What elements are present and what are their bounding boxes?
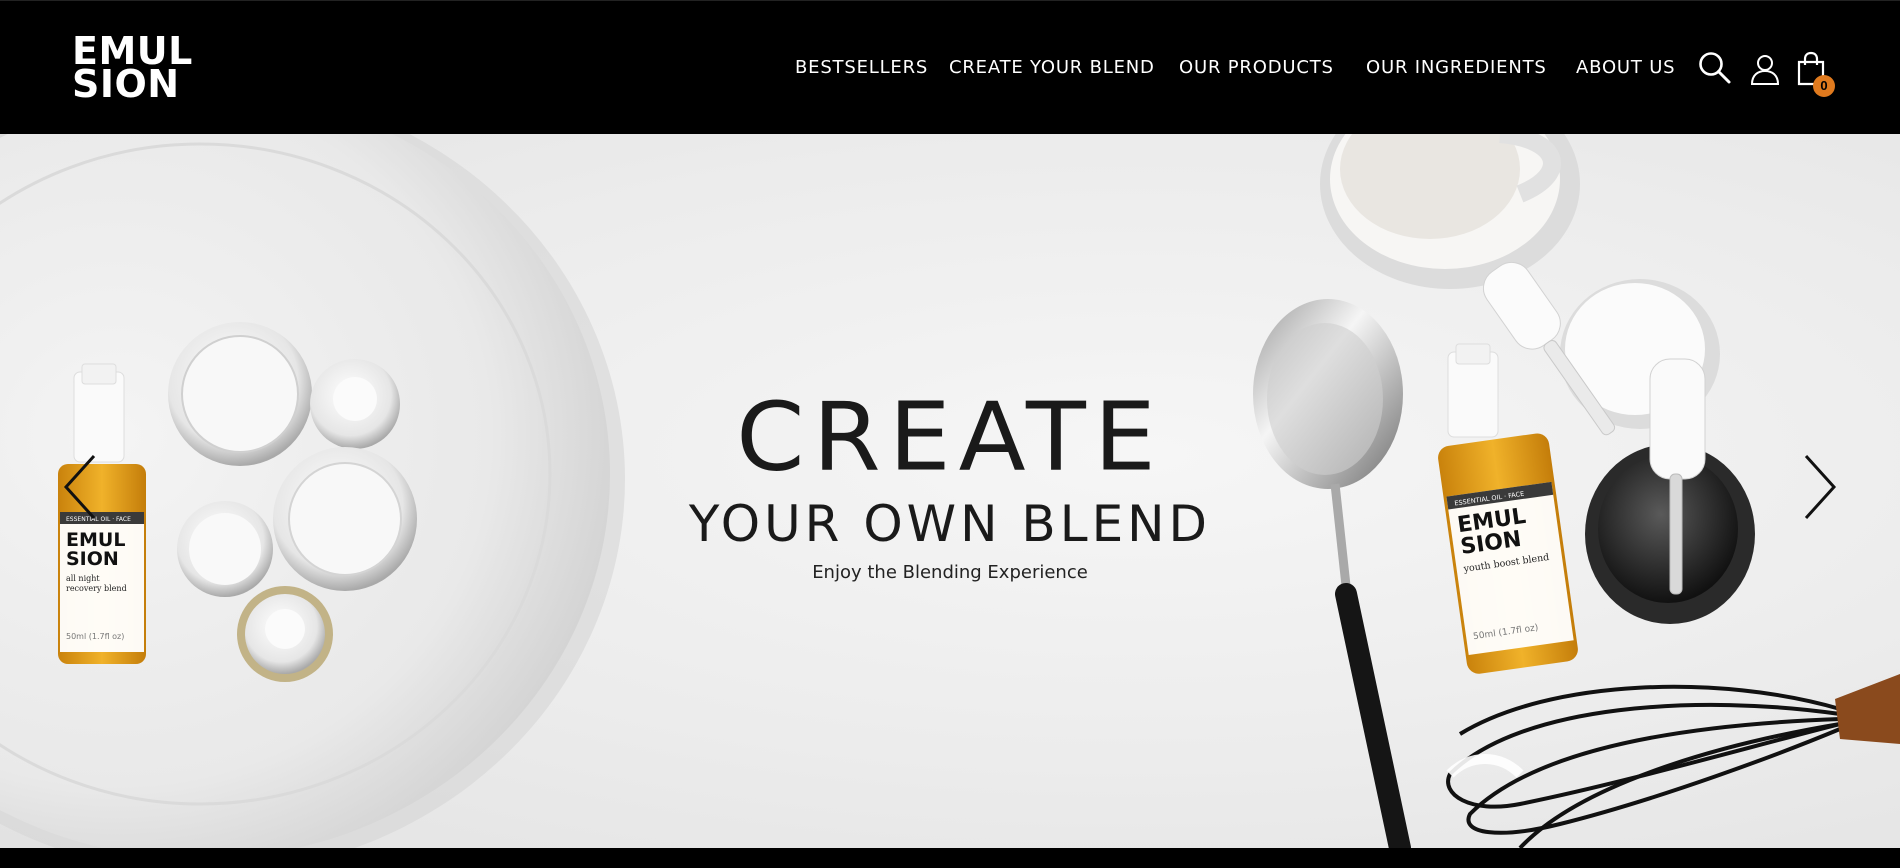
search-icon[interactable] xyxy=(1698,51,1732,85)
svg-text:recovery blend: recovery blend xyxy=(66,584,127,593)
hero-title: CREATE xyxy=(736,383,1164,493)
nav-our-ingredients[interactable]: OUR INGREDIENTS xyxy=(1366,57,1547,78)
nav-our-products[interactable]: OUR PRODUCTS xyxy=(1179,57,1334,78)
hero-tagline: Enjoy the Blending Experience xyxy=(812,562,1088,583)
bottom-strip xyxy=(0,848,1900,868)
hero-banner: ESSENTIAL OIL · FACE EMUL SION all night… xyxy=(0,134,1900,848)
user-icon[interactable] xyxy=(1749,53,1781,85)
svg-text:50ml (1.7fl oz): 50ml (1.7fl oz) xyxy=(66,632,124,641)
nav-about-us[interactable]: ABOUT US xyxy=(1576,57,1675,78)
nav-bestsellers[interactable]: BESTSELLERS xyxy=(795,57,928,78)
hero-subtitle: YOUR OWN BLEND xyxy=(688,495,1212,553)
site-header: EMUL SION BESTSELLERS CREATE YOUR BLEND … xyxy=(0,0,1900,134)
main-nav: BESTSELLERS CREATE YOUR BLEND OUR PRODUC… xyxy=(0,57,1900,81)
nav-create-your-blend[interactable]: CREATE YOUR BLEND xyxy=(949,57,1155,78)
cart-count-badge[interactable]: 0 xyxy=(1813,75,1835,97)
